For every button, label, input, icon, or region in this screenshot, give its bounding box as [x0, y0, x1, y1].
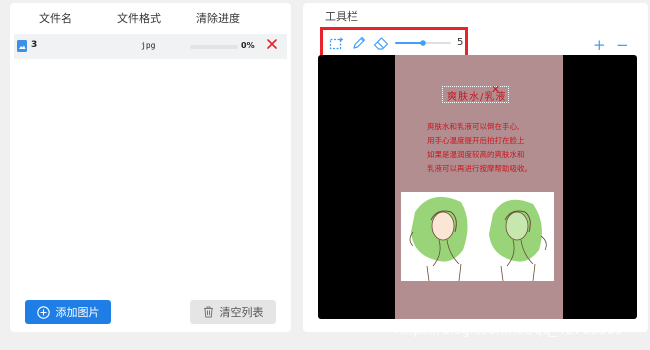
clear-list-button[interactable]: 清空列表 [190, 300, 276, 324]
file-format: jpg [141, 41, 156, 50]
add-image-label: 添加图片 [55, 306, 100, 319]
illustration [401, 192, 554, 282]
toolbar-title: 工具栏 [325, 10, 358, 23]
file-list-panel: 文件名 文件格式 清除进度 3 jpg 0% 添加图片 清空列表 [10, 3, 291, 332]
eraser-icon[interactable] [373, 36, 389, 50]
brush-size-value: 5 [457, 37, 464, 48]
plus-circle-icon [36, 305, 50, 319]
progress-bar [190, 45, 238, 49]
add-image-button[interactable]: 添加图片 [25, 300, 111, 324]
preview-image: 爽肤水/乳液 ✕ 爽肤水和乳液可以倒在手心, 用手心温度提开后拍打在脸上 如果是… [395, 55, 563, 319]
clear-list-label: 清空列表 [219, 306, 264, 319]
brush-size-slider[interactable] [395, 40, 451, 46]
image-canvas[interactable]: 爽肤水/乳液 ✕ 爽肤水和乳液可以倒在手心, 用手心温度提开后拍打在脸上 如果是… [318, 55, 637, 319]
header-filename: 文件名 [39, 12, 72, 25]
file-name: 3 [31, 40, 38, 50]
image-file-icon [17, 40, 27, 52]
woman-illustration-left [409, 196, 468, 282]
woman-illustration-right [489, 199, 547, 282]
progress-percent: 0% [241, 41, 255, 50]
zoom-in-button[interactable]: + [593, 36, 606, 54]
delete-icon[interactable] [266, 38, 278, 50]
pencil-icon[interactable] [352, 36, 366, 50]
toolbar-panel: 工具栏 5 + − 爽肤水/乳液 ✕ 爽肤水和乳液可以倒在手心, 用手心温度提开… [303, 3, 648, 332]
zoom-out-button[interactable]: − [616, 36, 629, 54]
trash-icon [203, 306, 213, 318]
watermark: https://blog.csdn.net/qq_42763389 [395, 323, 624, 338]
select-rect-icon[interactable] [329, 37, 344, 51]
header-progress: 清除进度 [196, 12, 240, 25]
preview-line: 乳液可以再进行按摩帮助吸收。 [427, 164, 532, 173]
selection-close-icon[interactable]: ✕ [491, 83, 500, 96]
file-row[interactable]: 3 jpg 0% [14, 34, 287, 59]
preview-line: 用手心温度提开后拍打在脸上 [427, 136, 525, 145]
preview-line: 如果是温润度较高的爽肤水和 [427, 150, 525, 159]
header-format: 文件格式 [117, 12, 161, 25]
preview-line: 爽肤水和乳液可以倒在手心, [427, 122, 520, 131]
